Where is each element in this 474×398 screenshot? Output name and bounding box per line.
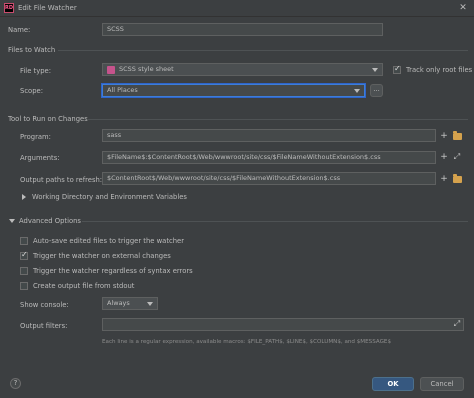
show-console-dropdown[interactable]: Always <box>102 297 158 310</box>
tool-section-separator <box>87 119 468 120</box>
scope-dropdown[interactable]: All Places <box>102 84 365 97</box>
auto-save-checkbox[interactable] <box>20 237 28 245</box>
working-directory-toggle[interactable]: Working Directory and Environment Variab… <box>32 193 187 201</box>
window-title: Edit File Watcher <box>18 4 77 12</box>
stdout-label: Create output file from stdout <box>33 282 135 290</box>
syntax-errors-label: Trigger the watcher regardless of syntax… <box>33 267 193 275</box>
chevron-right-icon[interactable] <box>22 194 26 200</box>
scope-label: Scope: <box>20 87 43 95</box>
folder-icon[interactable] <box>453 174 462 183</box>
file-type-label: File type: <box>20 67 52 75</box>
chevron-down-icon <box>354 89 360 93</box>
arguments-input[interactable]: $FileName$:$ContentRoot$/Web/wwwroot/sit… <box>102 151 436 164</box>
chevron-down-icon <box>147 302 153 306</box>
track-only-root-checkbox[interactable] <box>393 64 401 74</box>
file-type-value: SCSS style sheet <box>119 65 174 73</box>
help-button[interactable]: ? <box>10 378 21 389</box>
close-icon[interactable]: ✕ <box>456 2 470 14</box>
expand-icon[interactable]: ⤢ <box>452 319 462 329</box>
external-changes-label: Trigger the watcher on external changes <box>33 252 171 260</box>
output-filters-hint: Each line is a regular expression, avail… <box>102 339 392 345</box>
chevron-down-icon[interactable] <box>9 219 15 223</box>
auto-save-label: Auto-save edited files to trigger the wa… <box>33 237 185 245</box>
output-paths-input[interactable]: $ContentRoot$/Web/wwwroot/site/css/$File… <box>102 172 436 185</box>
advanced-options-header[interactable]: Advanced Options <box>19 217 81 225</box>
file-type-dropdown[interactable]: SCSS style sheet <box>102 63 383 76</box>
stdout-checkbox[interactable] <box>20 282 28 290</box>
output-paths-label: Output paths to refresh: <box>20 176 103 184</box>
output-filters-label: Output filters: <box>20 322 68 330</box>
add-macro-icon[interactable]: + <box>439 131 449 141</box>
folder-icon[interactable] <box>453 131 462 140</box>
files-to-watch-header: Files to Watch <box>8 46 56 54</box>
add-macro-icon[interactable]: + <box>439 174 449 184</box>
tool-section-header: Tool to Run on Changes <box>8 115 88 123</box>
chevron-down-icon <box>372 68 378 72</box>
name-label: Name: <box>8 26 31 34</box>
show-console-value: Always <box>107 299 130 307</box>
add-macro-icon[interactable]: + <box>439 152 449 162</box>
syntax-errors-checkbox[interactable] <box>20 267 28 275</box>
cancel-button[interactable]: Cancel <box>420 377 464 391</box>
program-label: Program: <box>20 133 51 141</box>
show-console-label: Show console: <box>20 301 69 309</box>
track-only-root-label: Track only root files <box>406 66 473 74</box>
advanced-options-separator <box>82 221 468 222</box>
arguments-label: Arguments: <box>20 154 60 162</box>
external-changes-checkbox[interactable] <box>20 250 28 260</box>
app-logo-icon: RD <box>4 3 14 13</box>
scope-value: All Places <box>107 86 138 94</box>
files-to-watch-separator <box>58 50 468 51</box>
scope-browse-button[interactable]: ... <box>370 84 383 97</box>
ok-button[interactable]: OK <box>372 377 414 391</box>
name-input[interactable]: SCSS <box>102 23 383 36</box>
expand-icon[interactable]: ⤢ <box>452 152 462 162</box>
program-input[interactable]: sass <box>102 129 436 142</box>
scss-file-icon <box>107 66 115 74</box>
output-filters-input[interactable] <box>102 318 464 331</box>
